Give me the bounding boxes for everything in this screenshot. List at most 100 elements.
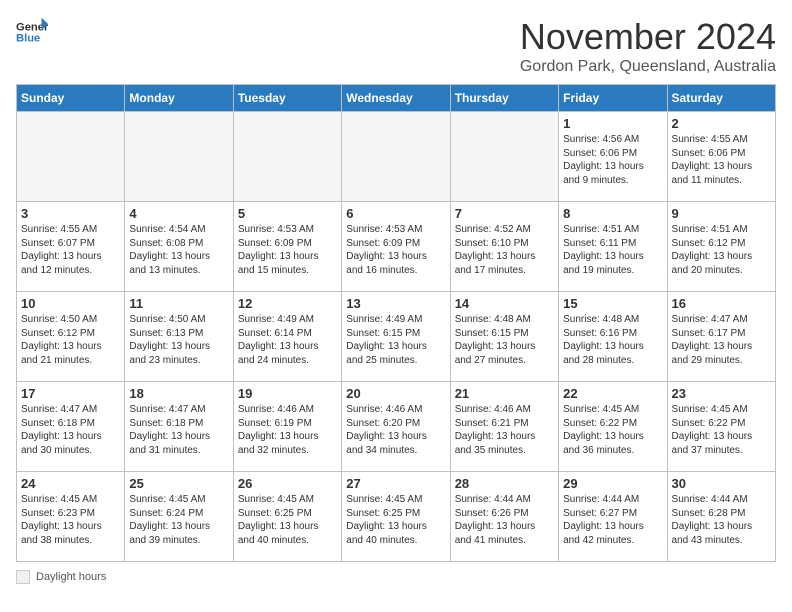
calendar-cell: 18 Sunrise: 4:47 AM Sunset: 6:18 PM Dayli…: [125, 382, 233, 472]
calendar-cell: 10 Sunrise: 4:50 AM Sunset: 6:12 PM Dayli…: [17, 292, 125, 382]
calendar-cell: 6 Sunrise: 4:53 AM Sunset: 6:09 PM Daylig…: [342, 202, 450, 292]
title-area: November 2024 Gordon Park, Queensland, A…: [520, 16, 776, 76]
month-title: November 2024: [520, 16, 776, 58]
day-info: Sunrise: 4:45 AM Sunset: 6:22 PM Dayligh…: [672, 403, 771, 457]
day-info: Sunrise: 4:45 AM Sunset: 6:22 PM Dayligh…: [563, 403, 662, 457]
calendar-cell: 5 Sunrise: 4:53 AM Sunset: 6:09 PM Daylig…: [233, 202, 341, 292]
calendar-header-cell: Monday: [125, 85, 233, 112]
calendar-cell: 8 Sunrise: 4:51 AM Sunset: 6:11 PM Daylig…: [559, 202, 667, 292]
calendar-header-row: SundayMondayTuesdayWednesdayThursdayFrid…: [17, 85, 776, 112]
calendar-cell: [342, 112, 450, 202]
logo-icon: General Blue: [16, 16, 48, 48]
day-number: 13: [346, 296, 445, 311]
calendar-cell: [17, 112, 125, 202]
day-info: Sunrise: 4:44 AM Sunset: 6:28 PM Dayligh…: [672, 493, 771, 547]
calendar-cell: 4 Sunrise: 4:54 AM Sunset: 6:08 PM Daylig…: [125, 202, 233, 292]
calendar-cell: 30 Sunrise: 4:44 AM Sunset: 6:28 PM Dayli…: [667, 472, 775, 562]
calendar-cell: 27 Sunrise: 4:45 AM Sunset: 6:25 PM Dayli…: [342, 472, 450, 562]
calendar-cell: 1 Sunrise: 4:56 AM Sunset: 6:06 PM Daylig…: [559, 112, 667, 202]
day-info: Sunrise: 4:56 AM Sunset: 6:06 PM Dayligh…: [563, 133, 662, 187]
day-info: Sunrise: 4:46 AM Sunset: 6:21 PM Dayligh…: [455, 403, 554, 457]
day-number: 24: [21, 476, 120, 491]
calendar-cell: 22 Sunrise: 4:45 AM Sunset: 6:22 PM Dayli…: [559, 382, 667, 472]
calendar-cell: 12 Sunrise: 4:49 AM Sunset: 6:14 PM Dayli…: [233, 292, 341, 382]
day-number: 18: [129, 386, 228, 401]
day-number: 10: [21, 296, 120, 311]
calendar-week-row: 17 Sunrise: 4:47 AM Sunset: 6:18 PM Dayli…: [17, 382, 776, 472]
calendar-cell: 29Sunrise: 4:44 AM Sunset: 6:27 PM Dayli…: [559, 472, 667, 562]
calendar-cell: 19 Sunrise: 4:46 AM Sunset: 6:19 PM Dayli…: [233, 382, 341, 472]
day-info: Sunrise: 4:48 AM Sunset: 6:16 PM Dayligh…: [563, 313, 662, 367]
day-number: 16: [672, 296, 771, 311]
day-number: 9: [672, 206, 771, 221]
day-info: Sunrise: 4:45 AM Sunset: 6:23 PM Dayligh…: [21, 493, 120, 547]
calendar-cell: 26Sunrise: 4:45 AM Sunset: 6:25 PM Dayli…: [233, 472, 341, 562]
day-number: 17: [21, 386, 120, 401]
day-info: Sunrise: 4:48 AM Sunset: 6:15 PM Dayligh…: [455, 313, 554, 367]
day-number: 4: [129, 206, 228, 221]
day-number: 22: [563, 386, 662, 401]
calendar-header-cell: Thursday: [450, 85, 558, 112]
calendar-header-cell: Sunday: [17, 85, 125, 112]
day-info: Sunrise: 4:55 AM Sunset: 6:06 PM Dayligh…: [672, 133, 771, 187]
day-info: Sunrise: 4:47 AM Sunset: 6:17 PM Dayligh…: [672, 313, 771, 367]
calendar-cell: 13 Sunrise: 4:49 AM Sunset: 6:15 PM Dayli…: [342, 292, 450, 382]
calendar-cell: 2Sunrise: 4:55 AM Sunset: 6:06 PM Daylig…: [667, 112, 775, 202]
calendar-week-row: 24 Sunrise: 4:45 AM Sunset: 6:23 PM Dayli…: [17, 472, 776, 562]
day-number: 26: [238, 476, 337, 491]
logo: General Blue: [16, 16, 48, 48]
calendar-week-row: 3Sunrise: 4:55 AM Sunset: 6:07 PM Daylig…: [17, 202, 776, 292]
calendar-cell: 17Sunrise: 4:47 AM Sunset: 6:18 PM Dayli…: [17, 382, 125, 472]
day-info: Sunrise: 4:50 AM Sunset: 6:12 PM Dayligh…: [21, 313, 120, 367]
day-number: 3: [21, 206, 120, 221]
day-number: 21: [455, 386, 554, 401]
day-info: Sunrise: 4:44 AM Sunset: 6:26 PM Dayligh…: [455, 493, 554, 547]
day-info: Sunrise: 4:51 AM Sunset: 6:12 PM Dayligh…: [672, 223, 771, 277]
svg-text:Blue: Blue: [16, 33, 40, 45]
day-info: Sunrise: 4:53 AM Sunset: 6:09 PM Dayligh…: [238, 223, 337, 277]
day-number: 1: [563, 116, 662, 131]
day-number: 7: [455, 206, 554, 221]
day-number: 23: [672, 386, 771, 401]
calendar-table: SundayMondayTuesdayWednesdayThursdayFrid…: [16, 84, 776, 562]
legend: Daylight hours: [16, 570, 776, 584]
day-number: 27: [346, 476, 445, 491]
day-number: 25: [129, 476, 228, 491]
day-number: 8: [563, 206, 662, 221]
calendar-cell: 7Sunrise: 4:52 AM Sunset: 6:10 PM Daylig…: [450, 202, 558, 292]
calendar-cell: 20Sunrise: 4:46 AM Sunset: 6:20 PM Dayli…: [342, 382, 450, 472]
day-number: 30: [672, 476, 771, 491]
day-info: Sunrise: 4:49 AM Sunset: 6:14 PM Dayligh…: [238, 313, 337, 367]
calendar-cell: [233, 112, 341, 202]
day-number: 6: [346, 206, 445, 221]
calendar-cell: 11Sunrise: 4:50 AM Sunset: 6:13 PM Dayli…: [125, 292, 233, 382]
day-info: Sunrise: 4:45 AM Sunset: 6:25 PM Dayligh…: [346, 493, 445, 547]
day-info: Sunrise: 4:49 AM Sunset: 6:15 PM Dayligh…: [346, 313, 445, 367]
day-info: Sunrise: 4:47 AM Sunset: 6:18 PM Dayligh…: [129, 403, 228, 457]
calendar-header-cell: Tuesday: [233, 85, 341, 112]
calendar-cell: 25Sunrise: 4:45 AM Sunset: 6:24 PM Dayli…: [125, 472, 233, 562]
calendar-cell: 23 Sunrise: 4:45 AM Sunset: 6:22 PM Dayli…: [667, 382, 775, 472]
legend-box: [16, 570, 30, 584]
calendar-cell: 14 Sunrise: 4:48 AM Sunset: 6:15 PM Dayli…: [450, 292, 558, 382]
calendar-week-row: 10 Sunrise: 4:50 AM Sunset: 6:12 PM Dayli…: [17, 292, 776, 382]
day-number: 19: [238, 386, 337, 401]
location-title: Gordon Park, Queensland, Australia: [520, 58, 776, 76]
day-info: Sunrise: 4:51 AM Sunset: 6:11 PM Dayligh…: [563, 223, 662, 277]
calendar-cell: 21 Sunrise: 4:46 AM Sunset: 6:21 PM Dayli…: [450, 382, 558, 472]
calendar-header-cell: Friday: [559, 85, 667, 112]
day-number: 15: [563, 296, 662, 311]
day-number: 14: [455, 296, 554, 311]
calendar-cell: 15 Sunrise: 4:48 AM Sunset: 6:16 PM Dayli…: [559, 292, 667, 382]
calendar-week-row: 1 Sunrise: 4:56 AM Sunset: 6:06 PM Daylig…: [17, 112, 776, 202]
page-header: General Blue November 2024 Gordon Park, …: [16, 16, 776, 76]
legend-label: Daylight hours: [36, 571, 106, 583]
day-info: Sunrise: 4:53 AM Sunset: 6:09 PM Dayligh…: [346, 223, 445, 277]
day-info: Sunrise: 4:54 AM Sunset: 6:08 PM Dayligh…: [129, 223, 228, 277]
day-info: Sunrise: 4:46 AM Sunset: 6:19 PM Dayligh…: [238, 403, 337, 457]
calendar-header-cell: Saturday: [667, 85, 775, 112]
day-number: 12: [238, 296, 337, 311]
calendar-cell: 9 Sunrise: 4:51 AM Sunset: 6:12 PM Daylig…: [667, 202, 775, 292]
day-number: 5: [238, 206, 337, 221]
day-number: 20: [346, 386, 445, 401]
